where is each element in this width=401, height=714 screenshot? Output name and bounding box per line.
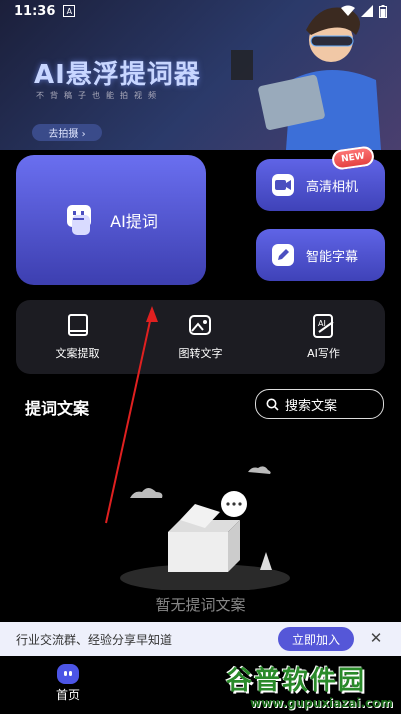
tool-label: 文案提取 (55, 347, 100, 360)
banner-title: AI悬浮提词器 (34, 60, 201, 90)
tool-text-extract[interactable]: 文案提取 (33, 313, 123, 361)
wifi-icon (341, 5, 355, 16)
image-text-icon (188, 315, 211, 335)
nav-home-label: 首页 (55, 688, 80, 702)
svg-text:AI: AI (318, 319, 326, 328)
tool-image-to-text[interactable]: 图转文字 (156, 313, 246, 361)
empty-box-illustration (120, 466, 290, 590)
go-shoot-button[interactable]: 去拍摄 › (32, 124, 102, 141)
ai-prompter-card[interactable]: AI提词 (16, 155, 206, 285)
tool-ai-writing[interactable]: AI AI写作 (279, 313, 369, 361)
watermark-url: www.gupuxiazai.com (250, 696, 393, 710)
ai-prompter-label: AI提词 (110, 212, 158, 231)
battery-icon (379, 4, 387, 18)
banner-illustration (231, 7, 381, 150)
join-now-button[interactable]: 立即加入 (278, 627, 354, 651)
close-icon[interactable]: ✕ (368, 630, 384, 646)
nav-home-tab[interactable]: 首页 (46, 664, 90, 703)
hd-camera-card[interactable]: 高清相机 (256, 159, 385, 211)
watermark-title: 谷普软件园 (226, 666, 367, 696)
section-title: 提词文案 (25, 399, 90, 418)
hd-camera-label: 高清相机 (306, 179, 359, 195)
bottom-nav: 首页 谷普软件园 www.gupuxiazai.com (0, 656, 401, 714)
prompter-icon (67, 205, 92, 235)
promo-banner[interactable]: AI悬浮提词器 不背稿子也能拍视频 去拍摄 › (0, 0, 401, 150)
home-icon (57, 664, 79, 684)
notification-icon: A (63, 5, 76, 17)
smart-subtitles-label: 智能字幕 (306, 249, 359, 265)
site-watermark: 谷普软件园 www.gupuxiazai.com (220, 656, 401, 714)
promo-text: 行业交流群、经验分享早知道 (16, 632, 173, 647)
ai-pen-icon: AI (312, 314, 334, 338)
tools-row: 文案提取 图转文字 AI AI写作 (16, 300, 385, 374)
signal-icon (361, 5, 373, 17)
search-button[interactable]: 搜索文案 (255, 389, 384, 419)
book-icon (67, 314, 88, 336)
status-icons (341, 4, 387, 18)
search-icon (266, 398, 279, 411)
smart-subtitles-card[interactable]: 智能字幕 (256, 229, 385, 281)
pen-icon (272, 244, 294, 266)
banner-subtitle: 不背稿子也能拍视频 (36, 91, 162, 100)
camera-icon (272, 174, 294, 196)
search-label: 搜索文案 (285, 398, 338, 414)
empty-state-text: 暂无提词文案 (155, 596, 246, 614)
tool-label: AI写作 (307, 347, 340, 360)
community-promo-bar: 行业交流群、经验分享早知道 立即加入 ✕ (0, 622, 401, 656)
status-bar: 11:36 A (0, 0, 401, 22)
tool-label: 图转文字 (178, 347, 223, 360)
status-time: 11:36 (14, 3, 56, 19)
